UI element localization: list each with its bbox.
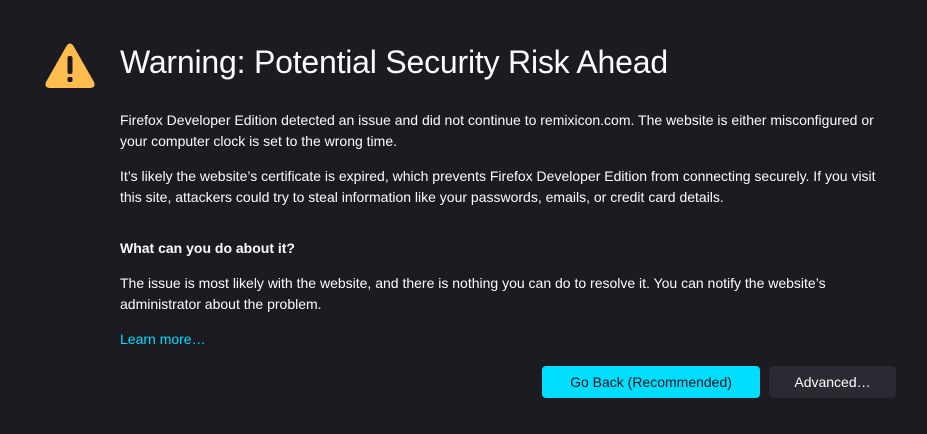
learn-more-link[interactable]: Learn more…	[120, 329, 206, 350]
go-back-button[interactable]: Go Back (Recommended)	[542, 366, 760, 398]
warning-icon	[45, 43, 95, 88]
page-title: Warning: Potential Security Risk Ahead	[120, 44, 668, 80]
advanced-button[interactable]: Advanced…	[769, 366, 896, 398]
intro-text: Firefox Developer Edition detected an is…	[120, 112, 874, 149]
error-content: Warning: Potential Security Risk Ahead F…	[120, 40, 900, 350]
what-body-text: The issue is most likely with the websit…	[120, 275, 826, 312]
details-text: It’s likely the website’s certificate is…	[120, 168, 876, 205]
what-heading: What can you do about it?	[120, 240, 295, 256]
button-row: Go Back (Recommended) Advanced…	[542, 366, 896, 398]
